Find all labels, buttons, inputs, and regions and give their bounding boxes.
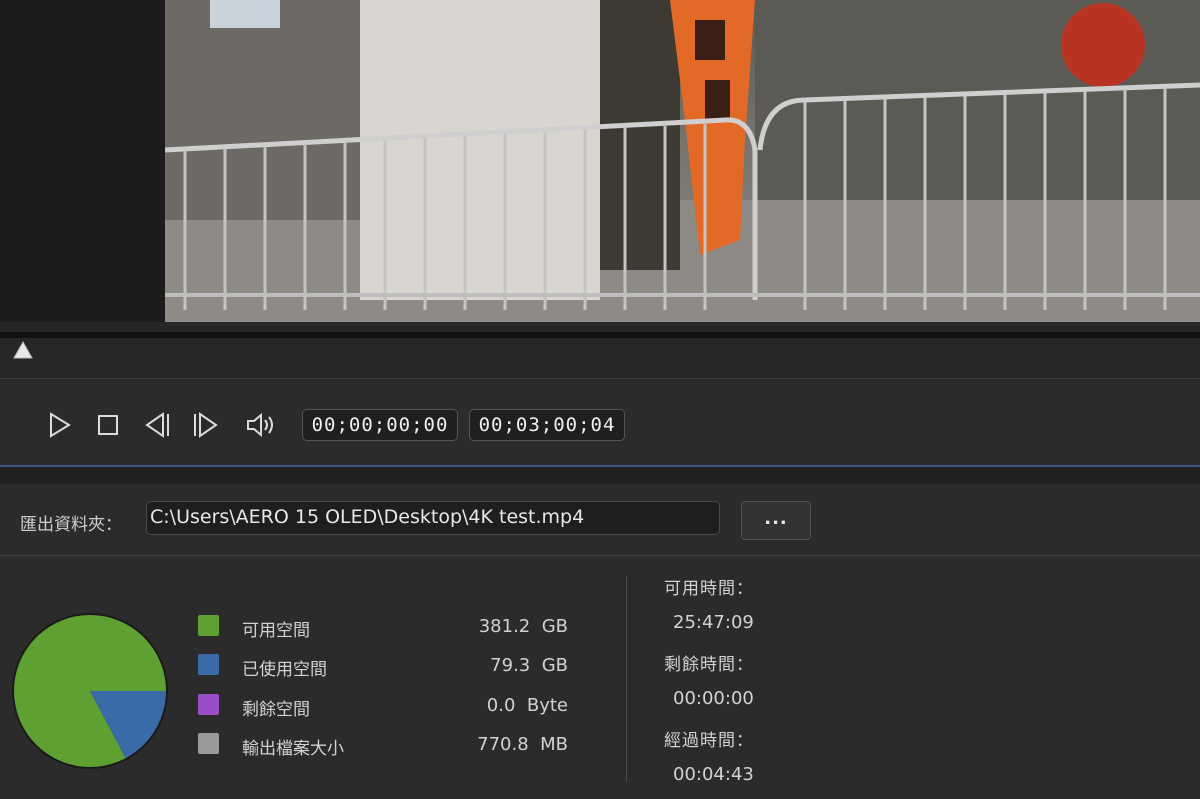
playback-controls: 00;00;00;00 00;03;00;04 [0,379,1200,465]
panel-separator [0,467,1200,484]
play-button[interactable] [43,409,75,441]
storage-stats-panel: 可用空間 381.2 GB 已使用空間 79.3 GB 剩餘空間 0.0 Byt… [0,556,1200,799]
stop-button[interactable] [92,409,124,441]
stop-icon [98,415,118,435]
legend-swatch [198,694,219,715]
legend-value: 0.0 Byte [486,695,568,716]
legend-value: 79.3 GB [490,655,568,676]
legend-label: 可用空間 [242,621,310,641]
storage-pie-chart [12,613,168,769]
timeline-track[interactable] [0,332,1200,338]
next-frame-button[interactable] [190,409,222,441]
legend-item: 可用空間 381.2 GB [198,614,578,641]
previous-frame-icon [145,412,169,438]
legend-item: 剩餘空間 0.0 Byte [198,693,578,720]
export-path-field[interactable]: C:\Users\AERO 15 OLED\Desktop\4K test.mp… [146,501,720,535]
legend-label: 輸出檔案大小 [242,739,344,759]
legend-swatch [198,733,219,754]
export-folder-label: 匯出資料夾： [20,515,122,535]
remaining-time-value: 00:00:00 [673,688,754,709]
divider [626,576,627,782]
speaker-icon [247,412,273,438]
video-preview-image [165,0,1200,322]
legend-swatch [198,615,219,636]
legend-item: 已使用空間 79.3 GB [198,653,578,680]
play-icon [50,412,71,438]
available-time-value: 25:47:09 [673,612,754,633]
video-preview-frame [165,0,1200,322]
elapsed-time-value: 00:04:43 [673,764,754,785]
volume-button[interactable] [245,409,277,441]
legend-value: 770.8 MB [477,734,568,755]
legend-label: 剩餘空間 [242,700,310,720]
elapsed-time-label: 經過時間： [664,731,754,751]
legend-item: 輸出檔案大小 770.8 MB [198,732,578,759]
duration-timecode: 00;03;00;04 [469,409,625,441]
export-folder-row: 匯出資料夾： C:\Users\AERO 15 OLED\Desktop\4K … [0,484,1200,555]
legend-label: 已使用空間 [242,660,327,680]
previous-frame-button[interactable] [141,409,173,441]
remaining-time-label: 剩餘時間： [664,655,754,675]
legend-swatch [198,654,219,675]
next-frame-icon [194,412,218,438]
timeline[interactable] [0,322,1200,378]
legend-value: 381.2 GB [478,616,568,637]
current-timecode: 00;00;00;00 [302,409,458,441]
preview-area [0,0,1200,322]
browse-button[interactable]: ... [741,501,811,540]
available-time-label: 可用時間： [664,579,754,599]
